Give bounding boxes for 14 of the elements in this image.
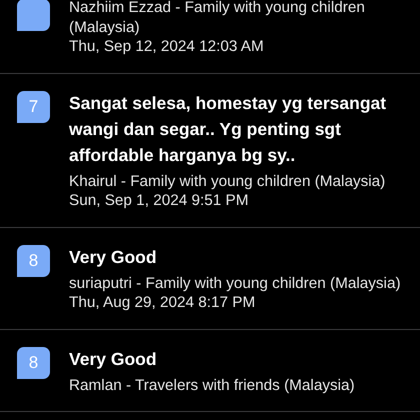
score-badge bbox=[17, 0, 50, 31]
review-date: Sun, Sep 1, 2024 9:51 PM bbox=[69, 191, 250, 210]
reviewer-info: Khairul - Family with young children (Malaysia) bbox=[69, 172, 386, 191]
review-title: Very Good bbox=[69, 246, 158, 269]
reviewer-info: Nazhiim Ezzad - Family with young children (Malaysia) bbox=[69, 0, 366, 37]
score-badge: 8 bbox=[17, 346, 50, 378]
review-title: Sangat selesa, homestay yg tersangat wangi dan segar.. Yg penting sgt affordable harganya bg sy.. bbox=[69, 92, 388, 167]
score-badge: 7 bbox=[17, 90, 50, 122]
review-date: Thu, Sep 12, 2024 12:03 AM bbox=[69, 37, 265, 56]
score-badge: 8 bbox=[17, 244, 50, 276]
review-date: Thu, Aug 29, 2024 8:17 PM bbox=[69, 293, 256, 312]
reviewer-info: Ramlan - Travelers with friends (Malaysia) bbox=[69, 376, 356, 395]
reviewer-info: suriaputri - Family with young children (Malaysia) bbox=[69, 274, 402, 293]
review-title: Very Good bbox=[69, 348, 158, 371]
